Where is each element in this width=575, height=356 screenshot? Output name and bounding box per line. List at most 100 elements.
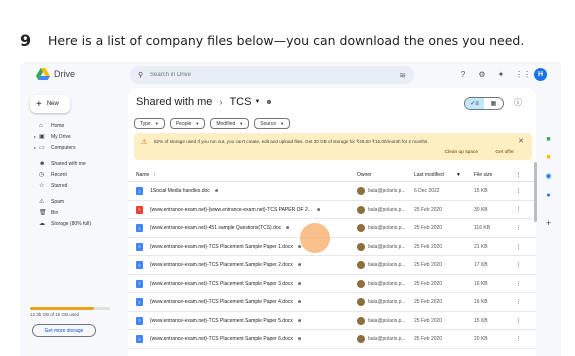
table-row[interactable]: ≡ {www.entrance-exam.net}-TCS Placement S… xyxy=(128,275,536,293)
breadcrumb-current[interactable]: TCS xyxy=(229,96,251,108)
settings-icon[interactable]: ⚙ xyxy=(477,70,487,79)
list-view-icon[interactable]: ✓≡ xyxy=(465,98,484,109)
get-offer-button[interactable]: Get offer xyxy=(495,150,514,155)
column-name[interactable]: Name xyxy=(136,172,149,178)
sidebar-item-label: Home xyxy=(51,122,65,129)
chevron-down-icon: ▼ xyxy=(239,121,244,126)
chevron-down-icon[interactable]: ▼ xyxy=(456,172,461,178)
column-modified[interactable]: Last modified xyxy=(414,172,444,178)
search-icon[interactable]: ⚲ xyxy=(138,71,150,79)
sidebar-item-label: Spam xyxy=(51,198,65,205)
sort-arrow-icon[interactable]: ↑ xyxy=(153,172,156,178)
file-name[interactable]: {www.entrance-exam.net}-{www.entrance-ex… xyxy=(150,207,312,213)
grid-view-icon[interactable]: ▦ xyxy=(484,98,503,109)
file-name[interactable]: {www.entrance-exam.net}-TCS Placement Sa… xyxy=(150,336,293,342)
more-options-icon[interactable]: ⋮ xyxy=(516,299,521,305)
sidebar-item-bin[interactable]: 🗑 Bin xyxy=(28,207,128,218)
table-row[interactable]: ≡ {www.entrance-exam.net}-TCS Placement S… xyxy=(128,312,536,330)
column-size[interactable]: File size xyxy=(474,172,492,178)
chevron-down-icon[interactable]: ▼ xyxy=(254,99,260,105)
sidebar-item-home[interactable]: ⌂ Home xyxy=(28,120,128,131)
owner-name: bala@polaris.p... xyxy=(368,243,406,250)
computer-icon: ▭ xyxy=(39,145,45,151)
file-name[interactable]: 1Social Media handles.doc xyxy=(150,188,210,194)
filter-modified[interactable]: Modified ▼ xyxy=(210,118,250,129)
search-options-icon[interactable]: ≋ xyxy=(399,71,406,80)
more-options-icon[interactable]: ⋮ xyxy=(516,262,521,268)
more-options-icon[interactable]: ⋮ xyxy=(516,172,521,178)
filter-chips: Type ▼ People ▼ Modified ▼ Source ▼ xyxy=(134,118,291,129)
table-row[interactable]: ≡ {www.entrance-exam.net}-TCS Placement S… xyxy=(128,256,536,275)
close-icon[interactable]: ✕ xyxy=(518,137,524,145)
sidebar-item-recent[interactable]: ◷ Recent xyxy=(28,169,128,180)
plus-icon: + xyxy=(36,98,42,110)
sidebar-item-starred[interactable]: ☆ Starred xyxy=(28,180,128,191)
modified-date: 6 Dec 2022 xyxy=(414,188,440,194)
file-name[interactable]: {www.entrance-exam.net}-TCS Placement Sa… xyxy=(150,244,293,250)
filter-source[interactable]: Source ▼ xyxy=(254,118,291,129)
table-row[interactable]: ≡ {www.entrance-exam.net}-451 sample Ques… xyxy=(128,219,536,238)
column-owner[interactable]: Owner xyxy=(357,172,372,178)
app-name[interactable]: Drive xyxy=(54,69,75,79)
more-options-icon[interactable]: ⋮ xyxy=(516,281,521,287)
owner-name: bala@polaris.p... xyxy=(368,317,406,324)
modified-date: 25 Feb 2020 xyxy=(414,225,443,231)
clean-up-space-button[interactable]: Clean up space xyxy=(445,150,478,155)
sidebar-item-spam[interactable]: ⚠ Spam xyxy=(28,196,128,207)
add-addon-icon[interactable]: + xyxy=(544,218,553,228)
drive-logo-icon[interactable] xyxy=(36,68,50,80)
step-number: 9 xyxy=(20,30,32,50)
info-icon[interactable]: ⓘ xyxy=(514,97,522,108)
owner-avatar xyxy=(357,224,365,232)
spam-icon: ⚠ xyxy=(39,199,45,205)
search-input[interactable] xyxy=(150,72,400,78)
sidebar-item-computers[interactable]: ▸ ▭ Computers xyxy=(28,142,128,153)
sidebar-item-label: Storage (80% full) xyxy=(51,220,92,227)
gemini-icon[interactable]: ✦ xyxy=(496,70,506,79)
modified-date: 25 Feb 2020 xyxy=(414,243,443,250)
tasks-icon[interactable]: ◉ xyxy=(544,172,553,181)
sidebar-item-my-drive[interactable]: ▸ ▣ My Drive xyxy=(28,131,128,142)
filter-type[interactable]: Type ▼ xyxy=(134,118,165,129)
shared-icon: ☻ xyxy=(285,225,291,231)
search-bar[interactable]: ⚲ ≋ xyxy=(130,66,414,84)
more-options-icon[interactable]: ⋮ xyxy=(516,188,521,194)
contacts-icon[interactable]: ● xyxy=(544,192,553,201)
modified-date: 25 Feb 2020 xyxy=(414,336,443,342)
table-row[interactable]: ≡ {www.entrance-exam.net}-TCS Placement S… xyxy=(128,293,536,312)
filter-people[interactable]: People ▼ xyxy=(169,118,206,129)
table-row[interactable]: ≡ {www.entrance-exam.net}-{www.entrance-e… xyxy=(128,201,536,219)
view-toggle: ✓≡ ▦ xyxy=(464,97,504,110)
table-row[interactable]: ≡ 1Social Media handles.doc ☻ bala@polaris.… xyxy=(128,182,536,201)
breadcrumb-root[interactable]: Shared with me xyxy=(136,96,212,108)
file-size: 16 KB xyxy=(474,280,488,287)
apps-grid-icon[interactable]: ⋮⋮ xyxy=(515,70,531,79)
more-options-icon[interactable]: ⋮ xyxy=(516,207,521,213)
keep-icon[interactable]: ■ xyxy=(544,154,553,163)
storage-bar xyxy=(30,307,110,310)
people-icon: ☻ xyxy=(39,160,46,167)
more-options-icon[interactable]: ⋮ xyxy=(516,336,521,342)
file-name[interactable]: {www.entrance-exam.net}-451 sample Quest… xyxy=(150,225,281,231)
more-options-icon[interactable]: ⋮ xyxy=(516,244,521,250)
file-size: 15 KB xyxy=(474,188,488,194)
file-name[interactable]: {www.entrance-exam.net}-TCS Placement Sa… xyxy=(150,262,293,268)
file-size: 116 KB xyxy=(474,225,491,231)
more-options-icon[interactable]: ⋮ xyxy=(516,225,521,231)
owner-name: bala@polaris.p... xyxy=(368,336,406,342)
shared-icon: ☻ xyxy=(214,188,220,194)
new-button[interactable]: + New xyxy=(30,95,70,113)
avatar[interactable]: H xyxy=(534,68,547,81)
sidebar-item-storage[interactable]: ☁ Storage (80% full) xyxy=(28,218,128,229)
file-name[interactable]: {www.entrance-exam.net}-TCS Placement Sa… xyxy=(150,281,293,287)
more-options-icon[interactable]: ⋮ xyxy=(516,318,521,324)
get-more-storage-button[interactable]: Get more storage xyxy=(32,324,96,337)
calendar-icon[interactable]: ■ xyxy=(544,136,553,145)
file-name[interactable]: {www.entrance-exam.net}-TCS Placement Sa… xyxy=(150,299,293,305)
shared-icon: ☻ xyxy=(297,280,303,287)
help-icon[interactable]: ? xyxy=(458,70,468,79)
table-row[interactable]: ≡ {www.entrance-exam.net}-TCS Placement S… xyxy=(128,238,536,256)
file-name[interactable]: {www.entrance-exam.net}-TCS Placement Sa… xyxy=(150,318,293,324)
table-row[interactable]: ≡ {www.entrance-exam.net}-TCS Placement S… xyxy=(128,330,536,349)
sidebar-item-shared[interactable]: ☻ Shared with me xyxy=(28,158,128,169)
